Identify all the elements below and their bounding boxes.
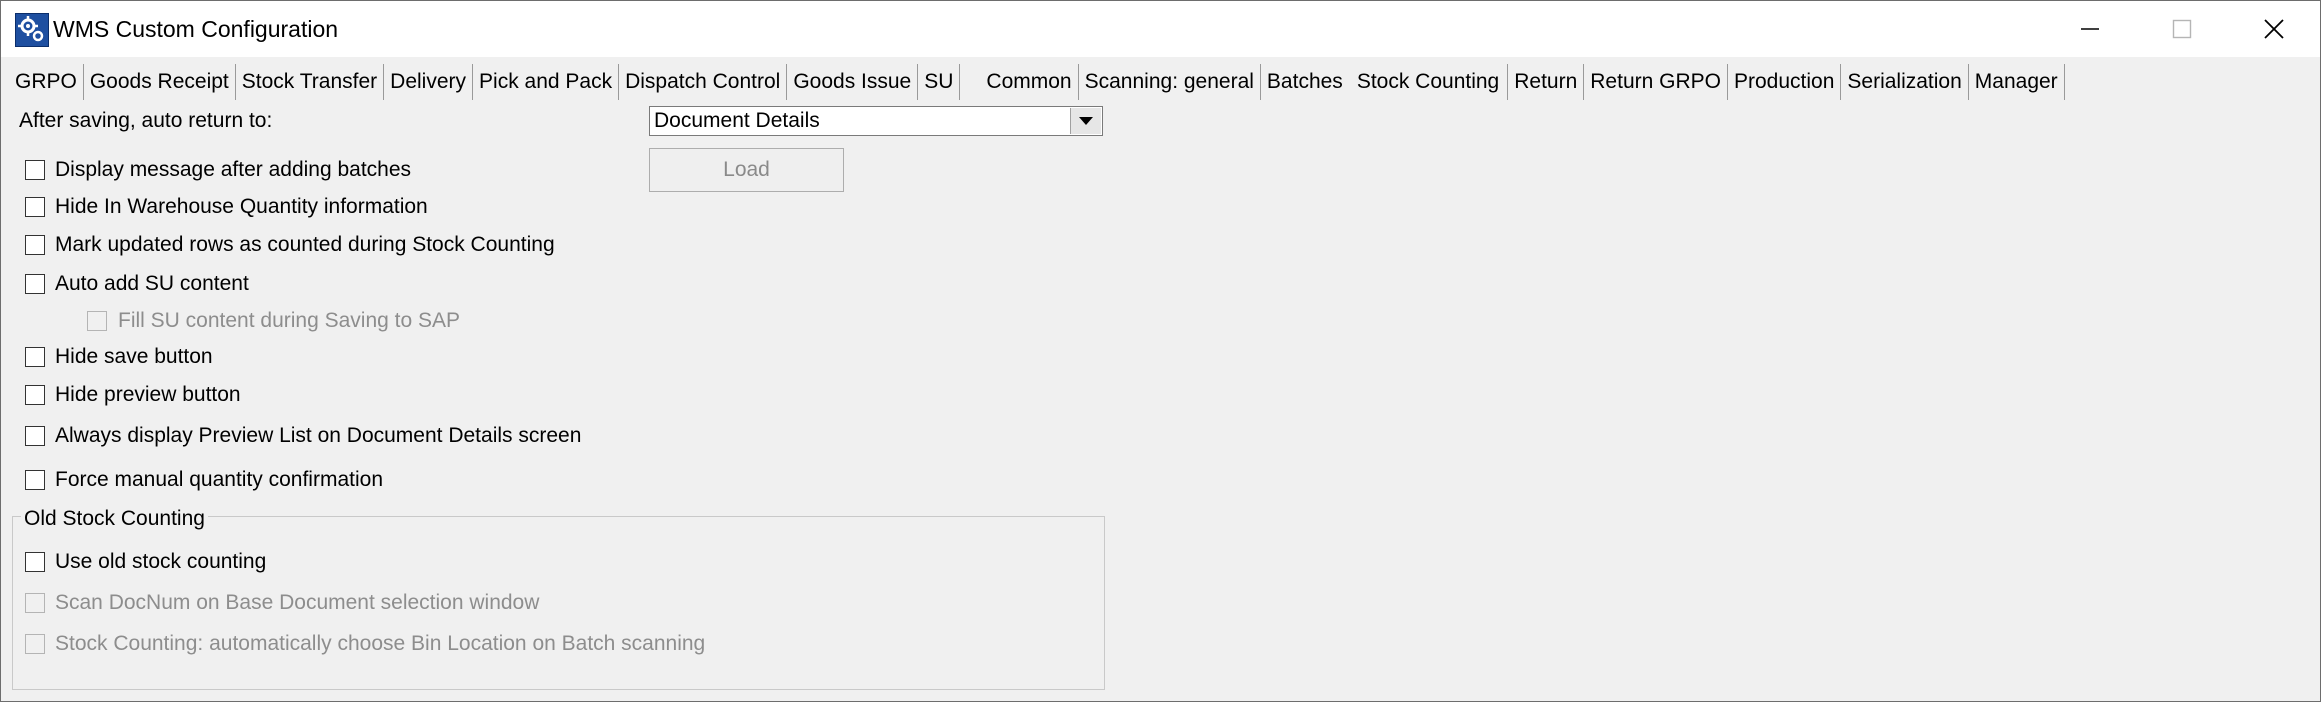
window-title: WMS Custom Configuration xyxy=(53,16,339,42)
force-manual-qty-label: Force manual quantity confirmation xyxy=(55,468,383,491)
after-saving-select[interactable]: Document Details xyxy=(649,106,1103,136)
tab-goods-issue[interactable]: Goods Issue xyxy=(787,64,919,100)
scan-docnum-label: Scan DocNum on Base Document selection w… xyxy=(55,591,540,614)
after-saving-value: Document Details xyxy=(654,109,820,132)
always-display-preview-label: Always display Preview List on Document … xyxy=(55,424,582,447)
auto-add-su-checkbox[interactable] xyxy=(25,274,45,294)
hide-preview-button-label: Hide preview button xyxy=(55,383,241,406)
tab-common[interactable]: Common xyxy=(980,64,1079,100)
mark-updated-rows-checkbox[interactable] xyxy=(25,235,45,255)
always-display-preview-checkbox[interactable] xyxy=(25,426,45,446)
auto-bin-location-checkbox[interactable] xyxy=(25,634,45,654)
hide-warehouse-qty-label: Hide In Warehouse Quantity information xyxy=(55,195,428,218)
close-button[interactable] xyxy=(2228,1,2320,57)
tab-pick-and-pack[interactable]: Pick and Pack xyxy=(473,64,620,100)
mark-updated-rows-label: Mark updated rows as counted during Stoc… xyxy=(55,233,555,256)
tab-goods-receipt[interactable]: Goods Receipt xyxy=(84,64,236,100)
display-message-checkbox[interactable] xyxy=(25,160,45,180)
hide-save-button-label: Hide save button xyxy=(55,345,213,368)
tab-stock-counting[interactable]: Stock Counting xyxy=(1348,64,1508,100)
dropdown-arrow-icon[interactable] xyxy=(1070,108,1101,134)
fill-su-content-checkbox[interactable] xyxy=(87,311,107,331)
title-bar[interactable]: WMS Custom Configuration xyxy=(1,1,2320,57)
maximize-icon xyxy=(2172,19,2192,39)
gear-app-icon xyxy=(15,13,49,47)
tab-su[interactable]: SU xyxy=(918,64,961,100)
force-manual-qty-checkbox[interactable] xyxy=(25,470,45,490)
hide-save-button-checkbox[interactable] xyxy=(25,347,45,367)
hide-warehouse-qty-checkbox[interactable] xyxy=(25,197,45,217)
tab-dispatch-control[interactable]: Dispatch Control xyxy=(619,64,788,100)
old-stock-counting-title: Old Stock Counting xyxy=(21,506,208,532)
minimize-button[interactable] xyxy=(2044,1,2136,57)
app-window: WMS Custom Configuration GRPO Goods Rece… xyxy=(0,0,2321,702)
display-message-label: Display message after adding batches xyxy=(55,158,412,181)
tab-grpo[interactable]: GRPO xyxy=(9,64,84,100)
load-button[interactable]: Load xyxy=(649,148,844,192)
tab-delivery[interactable]: Delivery xyxy=(384,64,474,100)
tab-production[interactable]: Production xyxy=(1728,64,1842,100)
hide-preview-button-checkbox[interactable] xyxy=(25,385,45,405)
auto-bin-location-label: Stock Counting: automatically choose Bin… xyxy=(55,632,706,655)
tab-return[interactable]: Return xyxy=(1507,64,1585,100)
tab-stock-transfer[interactable]: Stock Transfer xyxy=(236,64,385,100)
use-old-stock-counting-checkbox[interactable] xyxy=(25,552,45,572)
auto-add-su-label: Auto add SU content xyxy=(55,272,249,295)
close-icon xyxy=(2264,19,2284,39)
tab-return-grpo[interactable]: Return GRPO xyxy=(1584,64,1728,100)
tab-scanning-general[interactable]: Scanning: general xyxy=(1079,64,1261,100)
tab-strip: GRPO Goods Receipt Stock Transfer Delive… xyxy=(9,64,2065,100)
use-old-stock-counting-label: Use old stock counting xyxy=(55,550,267,573)
tab-batches[interactable]: Batches xyxy=(1261,64,1349,100)
tab-manager[interactable]: Manager xyxy=(1969,64,2065,100)
after-saving-label: After saving, auto return to: xyxy=(19,109,273,132)
tab-serialization[interactable]: Serialization xyxy=(1841,64,1969,100)
maximize-button[interactable] xyxy=(2136,1,2228,57)
fill-su-content-label: Fill SU content during Saving to SAP xyxy=(118,309,461,332)
scan-docnum-checkbox[interactable] xyxy=(25,593,45,613)
minimize-icon xyxy=(2081,28,2099,30)
